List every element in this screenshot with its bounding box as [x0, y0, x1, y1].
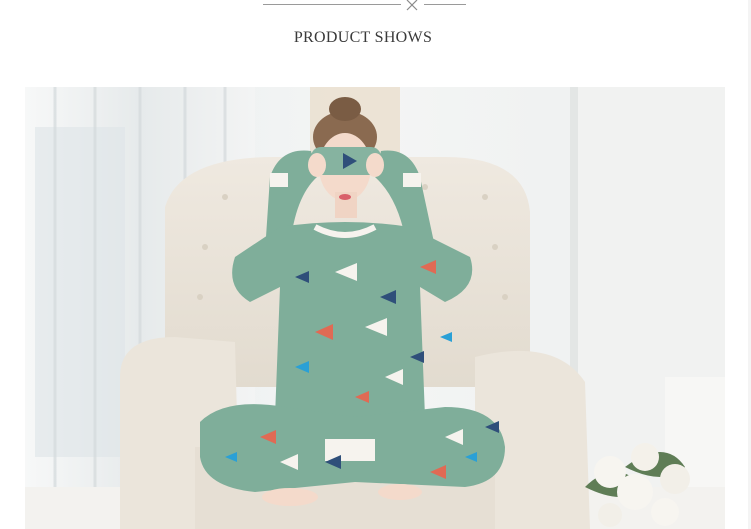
product-photo-illustration — [25, 87, 725, 529]
divider-line-left — [263, 4, 401, 5]
window-pane — [35, 127, 125, 457]
product-photo — [25, 87, 725, 529]
divider-line-right — [424, 4, 466, 5]
cross-icon — [406, 0, 418, 11]
section-title: PRODUCT SHOWS — [293, 29, 433, 46]
section-divider — [0, 0, 751, 14]
